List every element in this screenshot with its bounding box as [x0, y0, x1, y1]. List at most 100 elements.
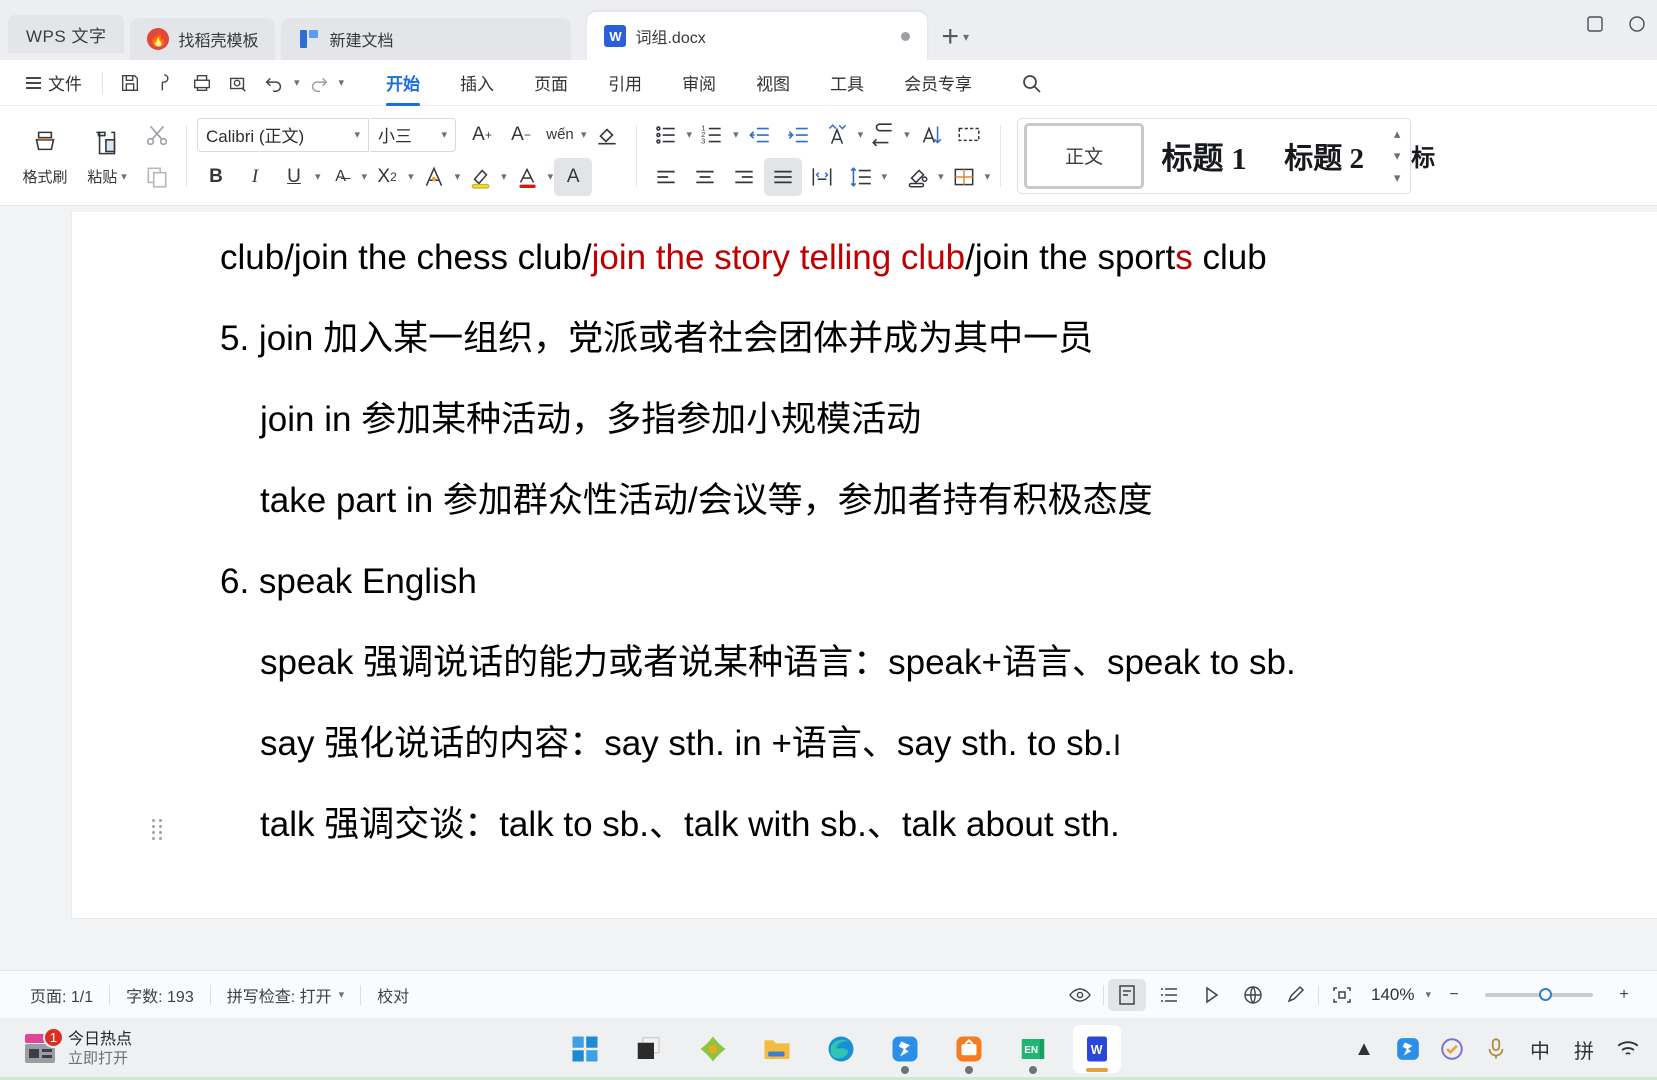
bullet-list-icon[interactable] — [647, 116, 685, 154]
distribute-text-icon[interactable] — [803, 158, 841, 196]
save-icon[interactable] — [113, 66, 147, 100]
pen-icon[interactable] — [1276, 979, 1314, 1011]
scroll-down-icon[interactable]: ▾ — [1394, 148, 1401, 164]
zoom-level[interactable]: 140% — [1365, 985, 1420, 1005]
chevron-down-icon[interactable]: ▾ — [408, 170, 414, 183]
chevron-down-icon[interactable]: ▾ — [455, 170, 461, 183]
chevron-down-icon[interactable]: ▾ — [354, 128, 360, 141]
file-menu-button[interactable]: 文件 — [16, 66, 92, 99]
print-layout-icon[interactable] — [1107, 978, 1146, 1011]
font-name-input[interactable]: Calibri (正文) ▾ — [197, 117, 369, 152]
cut-icon[interactable] — [138, 116, 176, 154]
align-left-icon[interactable] — [647, 158, 685, 196]
borders-icon[interactable] — [945, 158, 983, 196]
show-formatting-marks-icon[interactable] — [864, 116, 902, 154]
chevron-down-icon[interactable]: ▾ — [581, 128, 587, 141]
align-right-icon[interactable] — [725, 158, 763, 196]
chevron-down-icon[interactable]: ▾ — [733, 128, 739, 141]
pinyin-guide-icon[interactable]: wến — [541, 116, 579, 154]
increase-indent-icon[interactable] — [779, 116, 817, 154]
page-indicator[interactable]: 页面: 1/1 — [14, 983, 109, 1007]
windows-start-icon[interactable] — [561, 1025, 609, 1073]
web-layout-icon[interactable] — [1234, 979, 1272, 1011]
ime-mode-indicator[interactable]: 中 — [1527, 1032, 1553, 1066]
check-circle-icon[interactable] — [1439, 1032, 1465, 1066]
edge-browser-icon[interactable] — [817, 1025, 865, 1073]
font-color-button[interactable] — [508, 158, 546, 196]
chevron-down-icon[interactable]: ▾ — [963, 30, 969, 44]
tab-close-dot[interactable] — [901, 31, 911, 41]
zoom-slider[interactable] — [1485, 987, 1593, 1001]
chevron-down-icon[interactable]: ▾ — [315, 170, 321, 183]
chevron-down-icon[interactable]: ▾ — [938, 170, 944, 183]
text-effects-button[interactable] — [415, 158, 453, 196]
undo-dropdown-icon[interactable]: ▾ — [294, 76, 300, 89]
wps-tray-icon[interactable] — [1395, 1032, 1421, 1066]
table-grid-icon[interactable] — [950, 116, 988, 154]
save-as-icon[interactable] — [149, 66, 183, 100]
eye-icon[interactable] — [1061, 979, 1099, 1011]
hotspot-widget[interactable]: 1 今日热点 立即打开 — [0, 1027, 330, 1069]
wifi-icon[interactable] — [1615, 1032, 1641, 1066]
chevron-down-icon[interactable]: ▾ — [121, 170, 127, 183]
more-commands-icon[interactable]: ▾ — [339, 76, 345, 89]
italic-button[interactable]: I — [236, 158, 274, 196]
style-heading-1[interactable]: 标题 1 — [1144, 123, 1264, 189]
document-canvas[interactable]: club/join the chess club/join the story … — [0, 212, 1657, 970]
ime-pinyin-indicator[interactable]: 拼 — [1571, 1032, 1597, 1066]
file-explorer-icon[interactable] — [753, 1025, 801, 1073]
style-heading-2[interactable]: 标题 2 — [1264, 123, 1384, 189]
format-painter-button[interactable]: 格式刷 — [14, 114, 76, 198]
chevron-down-icon[interactable]: ▾ — [441, 128, 447, 141]
copy-icon[interactable] — [138, 158, 176, 196]
redo-icon[interactable] — [302, 66, 336, 100]
wps-cloud-icon[interactable] — [881, 1025, 929, 1074]
strikethrough-button[interactable]: A̶ — [322, 158, 360, 196]
tab-view[interactable]: 视图 — [738, 62, 808, 103]
numbered-list-icon[interactable]: 1 23 — [693, 116, 731, 154]
wps-writer-icon[interactable]: W — [1072, 1025, 1121, 1073]
chevron-down-icon[interactable]: ▾ — [904, 128, 910, 141]
sort-descending-icon[interactable] — [911, 116, 949, 154]
tab-page[interactable]: 页面 — [516, 62, 586, 103]
shrink-font-icon[interactable]: A − — [502, 116, 540, 154]
chevron-down-icon[interactable]: ▾ — [362, 170, 368, 183]
grow-font-icon[interactable]: A + — [463, 116, 501, 154]
expand-gallery-icon[interactable]: ▾ — [1394, 170, 1401, 186]
tab-template-store[interactable]: 🔥 找稻壳模板 — [130, 18, 276, 60]
chevron-down-icon[interactable]: ▾ — [687, 128, 693, 141]
tab-new-document[interactable]: 新建文档 — [281, 18, 572, 60]
underline-button[interactable]: U — [275, 158, 313, 196]
flower-app-icon[interactable] — [689, 1025, 737, 1073]
zoom-out-button[interactable]: − — [1435, 979, 1473, 1011]
document-page[interactable]: club/join the chess club/join the story … — [72, 212, 1657, 918]
tab-tools[interactable]: 工具 — [812, 62, 882, 103]
sort-text-icon[interactable] — [818, 116, 856, 154]
clear-format-icon[interactable] — [588, 116, 626, 154]
decrease-indent-icon[interactable] — [740, 116, 778, 154]
wps-app-label[interactable]: WPS 文字 — [8, 15, 125, 53]
highlight-color-button[interactable] — [461, 158, 499, 196]
eudic-en-icon[interactable]: EN — [1009, 1025, 1057, 1074]
zoom-slider-thumb[interactable] — [1539, 987, 1552, 1001]
task-view-icon[interactable] — [625, 1025, 673, 1073]
chevron-up-icon[interactable]: ▲ — [1351, 1032, 1377, 1066]
paragraph-drag-handle[interactable] — [152, 819, 163, 840]
superscript-button[interactable]: X2 — [368, 158, 406, 196]
undo-icon[interactable] — [257, 66, 291, 100]
tab-start[interactable]: 开始 — [368, 62, 438, 106]
tab-phrases-docx[interactable]: W 词组.docx — [587, 12, 928, 60]
tab-reference[interactable]: 引用 — [590, 62, 660, 103]
microphone-icon[interactable] — [1483, 1032, 1509, 1066]
shading-icon[interactable] — [898, 158, 936, 196]
outline-icon[interactable] — [1150, 979, 1188, 1011]
search-icon[interactable] — [1014, 66, 1048, 100]
paste-button[interactable]: 粘贴 ▾ — [76, 114, 138, 198]
tab-insert[interactable]: 插入 — [442, 62, 512, 103]
video-app-icon[interactable] — [945, 1025, 993, 1074]
chevron-down-icon[interactable]: ▾ — [882, 170, 888, 183]
chevron-down-icon[interactable]: ▾ — [985, 170, 991, 183]
proofread-button[interactable]: 校对 — [361, 983, 425, 1007]
align-center-icon[interactable] — [686, 158, 724, 196]
chevron-down-icon[interactable]: ▾ — [339, 988, 345, 1001]
